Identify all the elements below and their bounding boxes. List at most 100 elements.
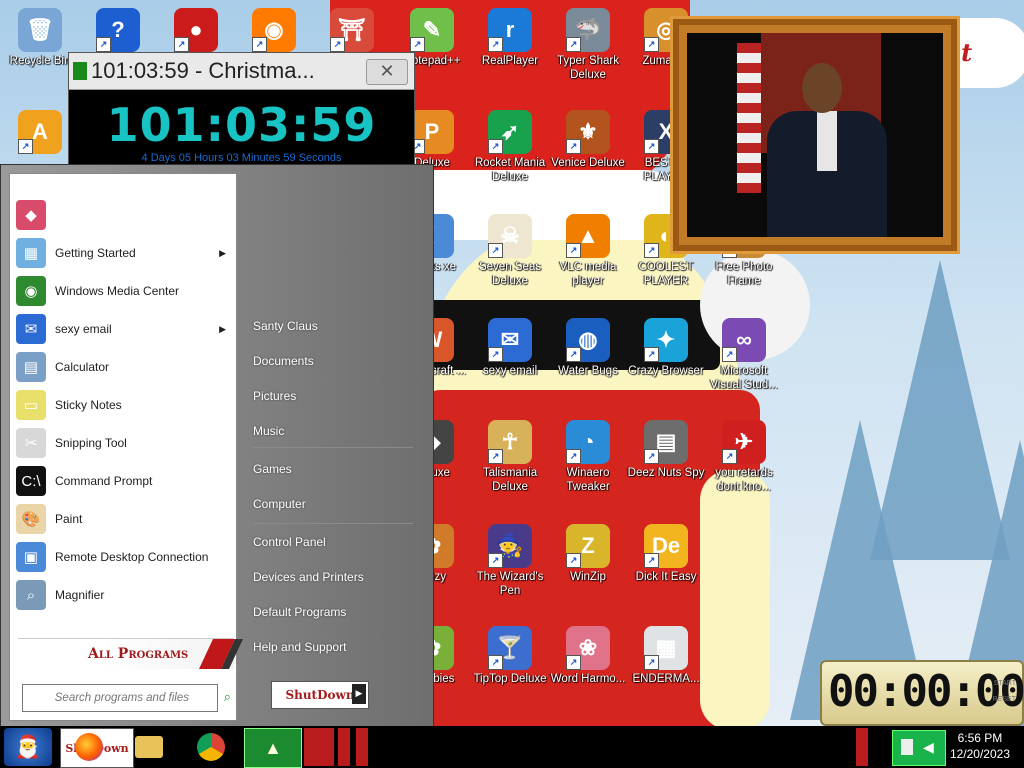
- close-button[interactable]: ✕: [366, 59, 408, 85]
- desktop-icon-label: Deez Nuts Spy: [627, 467, 705, 479]
- taskbar-app[interactable]: [304, 728, 334, 766]
- desktop-icon-label: Word Harmo...: [550, 673, 626, 685]
- desktop-icon-label: Talismania Deluxe: [482, 467, 538, 493]
- submenu-arrow-icon[interactable]: ▶: [219, 248, 226, 259]
- start-menu-item[interactable]: ▣ Remote Desktop Connection: [16, 540, 230, 574]
- search-icon[interactable]: ⌕: [224, 689, 231, 705]
- start-menu-item[interactable]: ◆: [16, 198, 230, 232]
- start-menu-item[interactable]: ▭ Sticky Notes: [16, 388, 230, 422]
- desktop-icon-label: Venice Deluxe: [551, 157, 625, 169]
- start-menu-link[interactable]: Music: [253, 424, 284, 446]
- gate-icon: ⛩ ↗: [330, 8, 374, 52]
- shortcut-arrow-icon: ↗: [488, 553, 503, 568]
- start-menu-item[interactable]: C:\ Command Prompt: [16, 464, 230, 498]
- cmd-icon: C:\: [16, 466, 46, 496]
- stopwatch-gadget[interactable]: 00:00:00 START RESET: [820, 660, 1024, 726]
- desktop-icon[interactable]: De ↗ Dick It Easy: [626, 524, 706, 584]
- start-menu-link[interactable]: Computer: [253, 497, 306, 519]
- volume-icon[interactable]: ◀: [923, 739, 934, 756]
- desktop-icon-label: Typer Shark Deluxe: [557, 55, 619, 81]
- start-menu-link[interactable]: Default Programs: [253, 605, 346, 627]
- start-menu-item[interactable]: ◉ Windows Media Center: [16, 274, 230, 308]
- desktop-icon-label: Free Photo Frame: [715, 261, 773, 287]
- start-button[interactable]: 🎅: [4, 728, 52, 766]
- desktop-icon[interactable]: ◔ ↗ Winaero Tweaker: [548, 420, 628, 494]
- taskbar-app[interactable]: [356, 728, 368, 766]
- taskbar-clock[interactable]: 6:56 PM 12/20/2023: [950, 730, 1010, 762]
- desktop-icon[interactable]: ◍ ↗ Water Bugs: [548, 318, 628, 378]
- start-menu-item[interactable]: ✂ Snipping Tool: [16, 426, 230, 460]
- stopwatch-reset-label[interactable]: RESET: [993, 696, 1016, 703]
- start-menu-item[interactable]: ⌕ Magnifier: [16, 578, 230, 612]
- desktop-icon[interactable]: Z ↗ WinZip: [548, 524, 628, 584]
- start-menu-item-label: Paint: [55, 512, 83, 526]
- start-menu: ◆ ▦ Getting Started ▶ ◉ Windows Media Center ✉…: [0, 164, 434, 728]
- countdown-titlebar[interactable]: 101:03:59 - Christma...: [69, 53, 414, 90]
- rocket-icon: ➶ ↗: [488, 110, 532, 154]
- network-icon[interactable]: [901, 739, 913, 755]
- desktop-icon[interactable]: ▤ ↗ Deez Nuts Spy: [626, 420, 706, 480]
- desktop-icon[interactable]: ➶ ↗ Rocket Mania Deluxe: [470, 110, 550, 184]
- taskbar-chrome[interactable]: [194, 728, 228, 766]
- shark-icon: 🦈 ↗: [566, 8, 610, 52]
- realplayer-icon: r ↗: [488, 8, 532, 52]
- desktop-icon[interactable]: ⚜ ↗ Venice Deluxe: [548, 110, 628, 170]
- desktop-icon[interactable]: ✦ ↗ Crazy Browser: [626, 318, 706, 378]
- countdown-window[interactable]: 101:03:59 - Christma... ✕ 101:03:59 4 Da…: [68, 52, 415, 169]
- start-menu-link[interactable]: Pictures: [253, 389, 296, 411]
- shortcut-arrow-icon: ↗: [488, 37, 503, 52]
- desktop-icon[interactable]: ● ↗: [156, 8, 236, 54]
- search-box[interactable]: ⌕: [22, 684, 231, 712]
- shortcut-arrow-icon: ↗: [722, 347, 737, 362]
- desktop-icon[interactable]: 🦈 ↗ Typer Shark Deluxe: [548, 8, 628, 82]
- skull-icon: ☠ ↗: [488, 214, 532, 258]
- start-menu-link[interactable]: Devices and Printers: [253, 570, 364, 592]
- start-menu-link[interactable]: Games: [253, 462, 292, 484]
- stopwatch-start-label[interactable]: START: [994, 680, 1016, 687]
- spy-icon: ▤ ↗: [644, 420, 688, 464]
- desktop-icon[interactable]: ✈ ↗ you retards dont kno...: [704, 420, 784, 494]
- system-tray[interactable]: ◀: [892, 730, 946, 766]
- desktop-icon[interactable]: ✉ ↗ sexy email: [470, 318, 550, 378]
- start-menu-link[interactable]: Control Panel: [253, 535, 326, 557]
- desktop-icon[interactable]: ? ↗: [78, 8, 158, 54]
- start-menu-item[interactable]: 🎨 Paint: [16, 502, 230, 536]
- start-menu-item[interactable]: ▤ Calculator: [16, 350, 230, 384]
- desktop-icon[interactable]: ▦ ↗ ENDERMA...: [626, 626, 706, 686]
- desktop-icon-label: Microsoft Visual Stud...: [710, 365, 778, 391]
- start-menu-item[interactable]: ▦ Getting Started ▶: [16, 236, 230, 270]
- desktop-icon[interactable]: 🍸 ↗ TipTop Deluxe: [470, 626, 550, 686]
- desktop-icon[interactable]: ◉ ↗: [234, 8, 314, 54]
- taskbar-firefox[interactable]: [72, 728, 106, 766]
- all-programs-button[interactable]: All Programs: [18, 638, 243, 669]
- taskbar-tray-item[interactable]: [856, 728, 868, 766]
- taskbar-explorer[interactable]: [132, 728, 166, 766]
- start-menu-link[interactable]: Help and Support: [253, 640, 346, 662]
- taskbar-countdown[interactable]: ▲: [244, 728, 302, 768]
- shutdown-arrow-icon[interactable]: ▶: [352, 684, 366, 704]
- shutdown-button[interactable]: ShutDown ▶: [271, 681, 369, 709]
- desktop-icon[interactable]: r ↗ RealPlayer: [470, 8, 550, 68]
- separator: [253, 447, 413, 448]
- desktop-icon[interactable]: ☠ ↗ Seven Seas Deluxe: [470, 214, 550, 288]
- desktop-icon[interactable]: 🧙 ↗ The Wizard's Pen: [470, 524, 550, 598]
- desktop-icon[interactable]: ▲ ↗ VLC media player: [548, 214, 628, 288]
- start-menu-item-label: Remote Desktop Connection: [55, 550, 209, 564]
- start-menu-link[interactable]: Santy Claus: [253, 319, 318, 341]
- tiptop-icon: 🍸 ↗: [488, 626, 532, 670]
- tree-icon: ▲: [264, 737, 282, 758]
- search-input[interactable]: [27, 685, 191, 711]
- submenu-arrow-icon[interactable]: ▶: [219, 324, 226, 335]
- sticky-notes-icon: ▭: [16, 390, 46, 420]
- desktop-icon-label: TipTop Deluxe: [473, 673, 547, 685]
- desktop-icon[interactable]: ❀ ↗ Word Harmo...: [548, 626, 628, 686]
- photo-frame-gadget[interactable]: [670, 16, 960, 254]
- start-menu-item-label: Magnifier: [55, 588, 105, 602]
- taskbar-app[interactable]: [338, 728, 350, 766]
- red-question-icon: ? ↗: [96, 8, 140, 52]
- start-menu-item[interactable]: ✉ sexy email ▶: [16, 312, 230, 346]
- desktop-icon[interactable]: ∞ ↗ Microsoft Visual Stud...: [704, 318, 784, 392]
- start-menu-link[interactable]: Documents: [253, 354, 314, 376]
- desktop-icon[interactable]: ☥ ↗ Talismania Deluxe: [470, 420, 550, 494]
- desktop-icon[interactable]: ⛩ ↗: [312, 8, 392, 54]
